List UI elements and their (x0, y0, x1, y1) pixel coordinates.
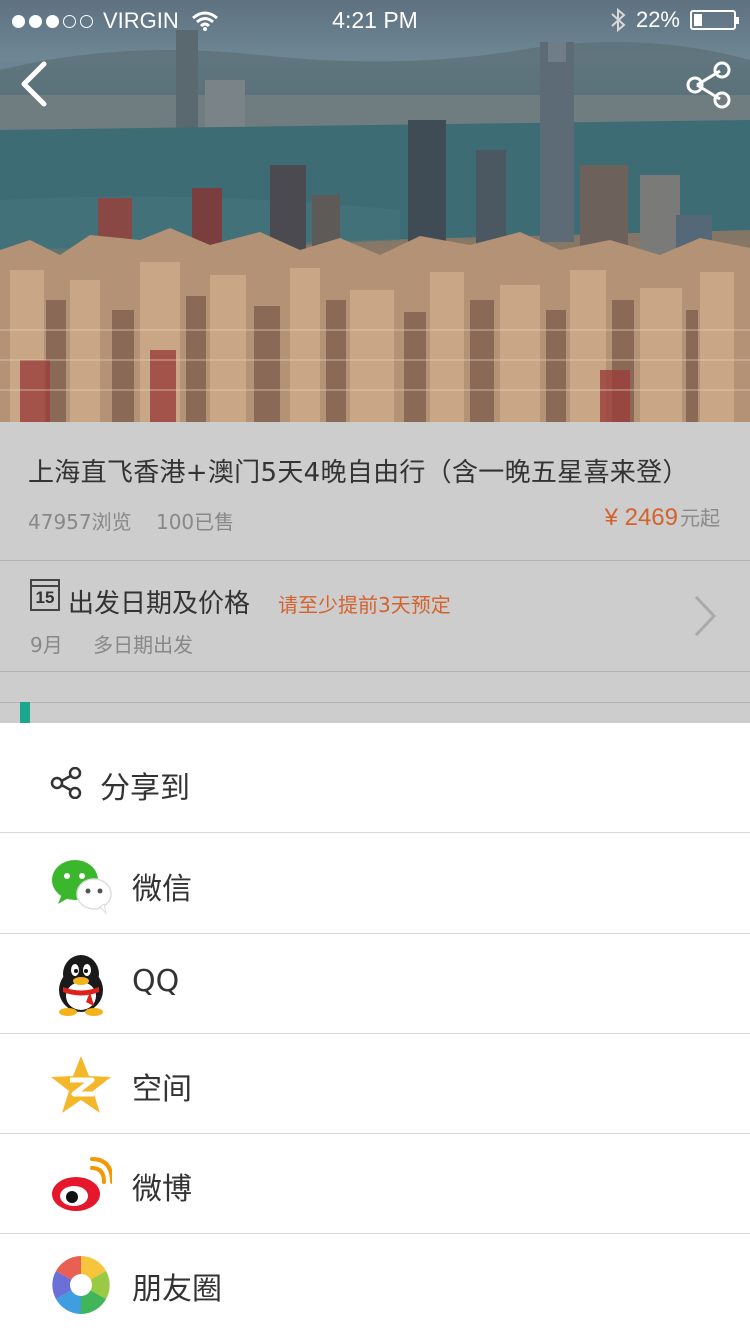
section-header-strip (0, 672, 750, 724)
share-option-label: 朋友圈 (132, 1272, 222, 1307)
share-icon[interactable] (684, 60, 734, 110)
share-option-weibo[interactable]: 微博 (0, 1134, 750, 1234)
booking-notice: 请至少提前3天预定 (278, 593, 451, 617)
chevron-right-icon (694, 595, 717, 637)
calendar-icon: 15 (30, 579, 60, 611)
weibo-icon (52, 1157, 112, 1211)
city-skyline-image (0, 30, 750, 422)
departure-date-row[interactable]: 15 出发日期及价格 请至少提前3天预定 9月 多日期出发 (0, 561, 750, 671)
departure-date-label: 出发日期及价格 (68, 589, 251, 619)
sold-count: 100已售 (155, 510, 235, 534)
product-title: 上海直飞香港+澳门5天4晚自由行（含一晚五星喜来登） (28, 458, 689, 488)
share-option-wechat[interactable]: 微信 (0, 834, 750, 934)
share-icon (50, 767, 82, 799)
view-count: 47957浏览 (28, 510, 132, 534)
share-option-label: 微博 (132, 1172, 192, 1207)
wechat-icon (52, 860, 112, 915)
bluetooth-icon (611, 8, 626, 32)
moments-icon (52, 1256, 110, 1314)
product-stats: 47957浏览 100已售 (28, 506, 234, 535)
departure-dates: 9月 多日期出发 (30, 629, 193, 658)
price-value: ¥ 2469 (604, 504, 678, 531)
status-bar: VIRGIN 4:21 PM 22% (0, 0, 750, 40)
divider (0, 702, 750, 703)
share-option-label: QQ (132, 964, 180, 999)
share-sheet-header: 分享到 (0, 723, 750, 833)
share-option-qzone[interactable]: 空间 (0, 1034, 750, 1134)
hero-image: VIRGIN 4:21 PM 22% (0, 0, 750, 422)
price-unit: 元起 (680, 508, 720, 530)
qq-icon (59, 955, 103, 1016)
battery-percent: 22% (635, 7, 680, 32)
share-option-label: 空间 (132, 1072, 192, 1107)
qzone-icon (51, 1056, 111, 1113)
share-sheet: 分享到 微信 QQ 空间 微博 朋友圈 (0, 723, 750, 1334)
share-option-moments[interactable]: 朋友圈 (0, 1234, 750, 1334)
departure-month: 9月 (30, 633, 63, 657)
share-option-qq[interactable]: QQ (0, 934, 750, 1034)
share-option-label: 微信 (132, 872, 192, 907)
battery-icon (690, 10, 739, 30)
back-icon[interactable] (14, 58, 54, 110)
share-sheet-title: 分享到 (100, 771, 190, 806)
product-price: ¥ 2469 元起 (605, 502, 720, 532)
multi-date-label: 多日期出发 (93, 633, 194, 657)
product-info: 上海直飞香港+澳门5天4晚自由行（含一晚五星喜来登） 47957浏览 100已售… (0, 422, 750, 560)
section-accent-bar (20, 702, 30, 724)
